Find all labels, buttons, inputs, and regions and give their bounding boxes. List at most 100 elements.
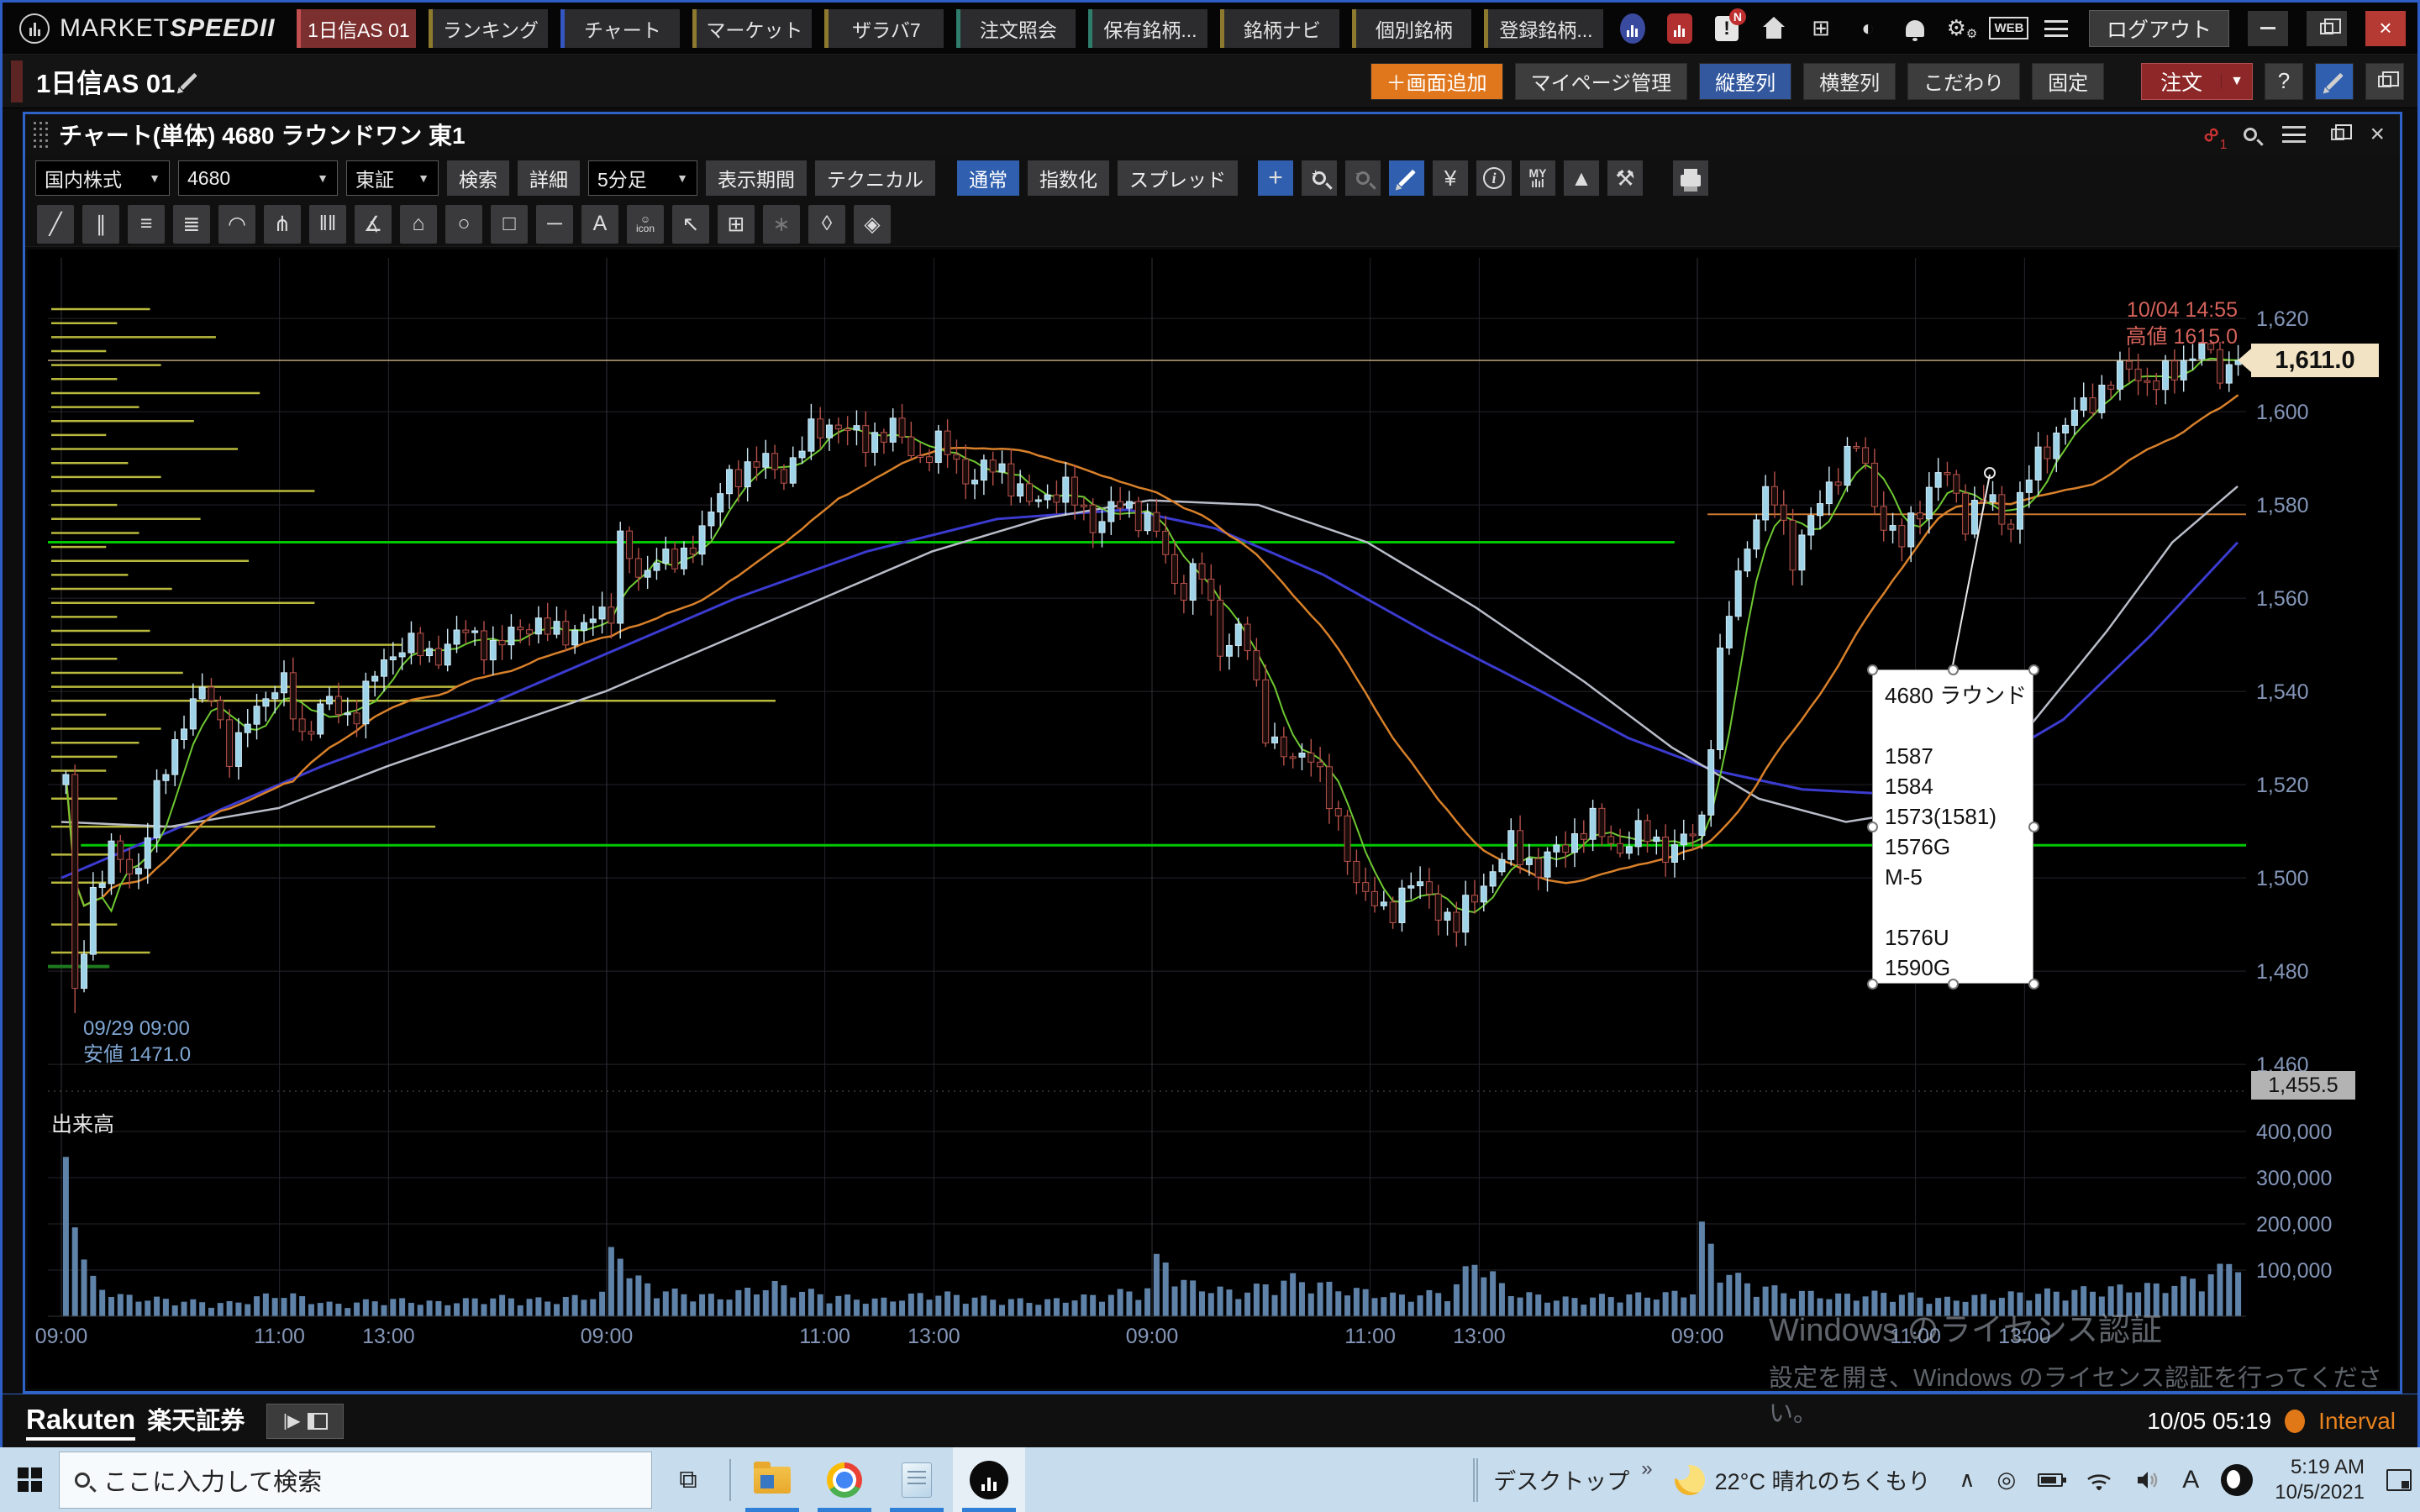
pentagon-tool[interactable]: ⌂ <box>400 205 437 244</box>
menu-tab-1[interactable]: ランキング <box>429 9 548 48</box>
detail-button[interactable]: 詳細 <box>518 160 580 196</box>
ime-mode-letter[interactable]: A <box>2182 1466 2199 1494</box>
technical-button[interactable]: テクニカル <box>815 160 935 196</box>
chart-note-annotation[interactable]: 4680 ラウンド 158715841573(1581)1576GM-5 157… <box>1872 669 2033 984</box>
horizontal-lines4-tool[interactable]: ≣ <box>173 205 210 244</box>
pin-fixed-button[interactable]: 固定 <box>2032 63 2104 100</box>
ray-lines-tool[interactable]: ∡ <box>355 205 392 244</box>
add-screen-button[interactable]: ＋画面追加 <box>1370 63 1503 100</box>
market-select[interactable]: 国内株式▼ <box>35 160 170 196</box>
interval-select[interactable]: 5分足▼ <box>588 160 697 196</box>
exchange-select[interactable]: 東証▼ <box>346 160 439 196</box>
add-window-icon[interactable]: ⊞ <box>1807 14 1835 43</box>
vertical-lines-tool[interactable]: ‖‖ <box>309 205 346 244</box>
rectangle-tool[interactable]: □ <box>491 205 528 244</box>
horizontal-align-button[interactable]: 横整列 <box>1803 63 1896 100</box>
info-button[interactable]: i <box>1476 160 1512 196</box>
layout-window-button[interactable] <box>2365 63 2404 100</box>
crosshair-plus-button[interactable]: + <box>1258 160 1293 196</box>
file-explorer-icon[interactable] <box>736 1447 808 1512</box>
weather-widget[interactable]: 22°C 晴れのちくもり <box>1675 1463 1931 1496</box>
settings-gear-icon[interactable]: ⚙⚙ <box>1948 14 1976 43</box>
notepad-icon[interactable] <box>881 1447 953 1512</box>
speaker-icon[interactable] <box>2135 1469 2160 1491</box>
battery-icon[interactable] <box>2038 1473 2063 1487</box>
menu-tab-2[interactable]: チャート <box>560 9 680 48</box>
window-close-button[interactable]: × <box>2365 11 2406 46</box>
mypage-manage-button[interactable]: マイページ管理 <box>1515 63 1688 100</box>
menu-tab-8[interactable]: 個別銘柄 <box>1352 9 1471 48</box>
note-resize-handle[interactable] <box>2028 979 2039 990</box>
link-icon[interactable]: ∞1 <box>2202 121 2219 148</box>
action-center-icon[interactable] <box>2386 1469 2412 1491</box>
help-button[interactable]: ? <box>2265 63 2303 100</box>
spread-mode-button[interactable]: スプレッド <box>1118 160 1238 196</box>
hand-tool[interactable]: ∗ <box>763 205 800 244</box>
chart-app-blue-icon[interactable] <box>1618 14 1647 43</box>
horizontal-lines-tool[interactable]: ≡ <box>128 205 165 244</box>
kodawari-button[interactable]: こだわり <box>1907 63 2020 100</box>
index-mode-button[interactable]: 指数化 <box>1028 160 1109 196</box>
chart-close-icon[interactable]: × <box>2370 120 2385 149</box>
fan-line-tool[interactable]: ⋔ <box>264 205 301 244</box>
start-button[interactable] <box>0 1447 59 1512</box>
desktop-chevron-icon[interactable]: » <box>1641 1457 1652 1481</box>
my-chart-button[interactable]: MYılıl <box>1520 160 1555 196</box>
search-button[interactable]: 検索 <box>447 160 509 196</box>
menu-tab-5[interactable]: 注文照会 <box>956 9 1076 48</box>
search-magnifier-icon[interactable] <box>2244 128 2257 141</box>
print-button[interactable] <box>1673 160 1708 196</box>
symbol-code-select[interactable]: 4680▼ <box>178 160 338 196</box>
news-alert-icon[interactable]: !N <box>1712 14 1741 43</box>
toolbar-grip[interactable] <box>1473 1458 1475 1502</box>
tray-chevron-icon[interactable]: ∧ <box>1959 1467 1975 1493</box>
order-button[interactable]: 注文 ▼ <box>2141 63 2253 100</box>
ellipse-tool[interactable]: ○ <box>445 205 482 244</box>
yen-price-button[interactable]: ¥ <box>1433 160 1468 196</box>
edit-workspace-pencil-icon[interactable] <box>181 72 198 90</box>
fibonacci-arc-tool[interactable]: ◠ <box>218 205 255 244</box>
taskbar-clock[interactable]: 5:19 AM 10/5/2021 <box>2275 1455 2365 1505</box>
web-icon[interactable]: WEB <box>1995 14 2023 43</box>
menu-tab-7[interactable]: 銘柄ナビ <box>1220 9 1339 48</box>
settings-wrench-button[interactable]: ⚒ <box>1607 160 1643 196</box>
support-pen-button[interactable] <box>2315 63 2354 100</box>
chart-plot-area[interactable]: 1,4601,4801,5001,5201,5401,5601,5801,600… <box>28 249 2397 1389</box>
pointer-tool[interactable]: ↖ <box>672 205 709 244</box>
drag-handle-icon[interactable] <box>32 120 50 149</box>
chart-restore-icon[interactable] <box>2331 129 2344 140</box>
parallel-line-tool[interactable]: ∥ <box>82 205 119 244</box>
home-icon[interactable] <box>1760 14 1788 43</box>
zoom-out-button[interactable]: − <box>1345 160 1381 196</box>
eraser-all-tool[interactable]: ◈ <box>854 205 891 244</box>
chart-app-red-icon[interactable] <box>1665 14 1694 43</box>
chart-window-titlebar[interactable]: チャート(単体) 4680 ラウンドワン 東1 ∞1 × <box>25 114 2400 155</box>
eraser-tool[interactable]: ◊ <box>808 205 845 244</box>
order-dropdown-caret[interactable]: ▼ <box>2221 74 2252 89</box>
task-view-button[interactable]: ⧉ <box>652 1447 724 1512</box>
marketspeed-taskbar-icon[interactable] <box>953 1447 1025 1512</box>
area-chart-button[interactable]: ▲ <box>1564 160 1599 196</box>
note-resize-handle[interactable] <box>2028 822 2039 832</box>
zoom-in-button[interactable]: + <box>1302 160 1337 196</box>
note-resize-handle[interactable] <box>1867 822 1878 832</box>
taskbar-search-input[interactable]: ここに入力して検索 <box>59 1452 652 1509</box>
note-resize-handle[interactable] <box>1948 664 1959 675</box>
window-menu-icon[interactable] <box>2282 126 2306 143</box>
note-resize-handle[interactable] <box>1948 979 1959 990</box>
note-resize-handle[interactable] <box>1867 664 1878 675</box>
window-minimize-button[interactable] <box>2248 11 2288 46</box>
note-resize-handle[interactable] <box>2028 664 2039 675</box>
menu-tab-3[interactable]: マーケット <box>692 9 812 48</box>
menu-tab-9[interactable]: 登録銘柄... <box>1484 9 1603 48</box>
note-resize-handle[interactable] <box>1867 979 1878 990</box>
wifi-icon[interactable] <box>2085 1469 2113 1491</box>
draw-pencil-button[interactable] <box>1389 160 1424 196</box>
camera-icon[interactable]: ◎ <box>1997 1467 2017 1493</box>
icon-stamp-tool[interactable]: ☺icon <box>627 205 664 244</box>
menu-tab-6[interactable]: 保有銘柄... <box>1088 9 1207 48</box>
trend-line-tool[interactable]: ╱ <box>37 205 74 244</box>
display-panel-icon[interactable]: ◐ <box>1854 14 1882 43</box>
menu-tab-0[interactable]: 1日信AS 01 <box>297 9 416 48</box>
desktop-toolbar[interactable]: デスクトップ » <box>1473 1458 1652 1502</box>
